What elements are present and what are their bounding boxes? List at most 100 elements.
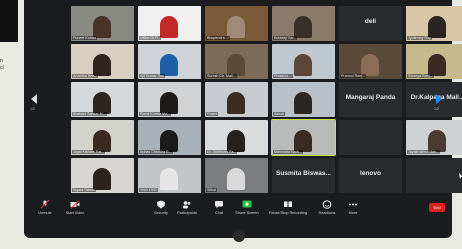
participant-tile[interactable] [406,158,462,193]
participant-video [93,168,111,190]
participant-tile[interactable]: Mahendra Nath... [271,119,336,156]
next-page-arrow[interactable] [436,94,442,104]
participant-tile[interactable]: Tech 1932 [138,158,201,193]
end-meeting-button[interactable]: End [429,203,445,212]
unmute-button[interactable]: Unmute [30,198,60,215]
pause-stop-icon [284,201,292,207]
participant-tile[interactable]: Soumya Ranj... [406,44,462,79]
participant-name-label: Jyotirmoy Roy [407,36,432,40]
participant-video [428,54,446,76]
microphone-muted-icon [40,200,50,209]
participant-video [93,92,111,114]
unmute-label: Unmute [38,211,52,215]
shield-icon [157,200,165,209]
more-dots-icon [349,203,357,206]
participant-name-label: Mahendra Nath... [273,150,303,154]
side-text-fragment: n cl [0,58,4,71]
participant-name-label: Rasmi [206,112,219,116]
participant-tile[interactable]: lenovo [339,158,402,193]
participant-name-label: Tech 1932 [139,188,158,192]
participant-name-label: Puneet Kumar [72,36,97,40]
participant-tile[interactable]: Sujata Sahoo [71,158,134,193]
participant-name-large: lenovo [360,170,381,177]
more-label: More [348,211,358,215]
meeting-toolbar: Unmute Start Video Security Participants… [30,198,450,226]
participant-name-large: Susmita Biswas... [276,170,331,177]
reactions-icon [322,200,332,209]
chat-icon [215,201,223,209]
participant-tile[interactable]: Ajit Kumar Sau [138,44,201,79]
share-screen-button[interactable]: Share Screen [232,198,262,215]
participant-tile[interactable]: Suresh Ch. Mall... [205,44,268,79]
participant-tile[interactable]: Jyotirmoy Roy [406,6,462,41]
participant-tile[interactable]: Bhupendra ... [205,6,268,41]
participant-name-label: Sujata Sahoo [72,188,96,192]
chat-button[interactable]: Chat [204,198,234,215]
participant-tile[interactable]: Office Of P... [138,6,201,41]
participant-tile[interactable]: Jayakrushna Mah... [406,120,462,155]
participant-video [227,92,245,114]
participant-tile[interactable]: Bhabani Sankar M... [71,82,134,117]
previous-page-indicator: 1/2 [30,107,35,111]
participant-name-label: Prasanta ... [273,74,294,78]
participant-tile[interactable]: Jugal Kishore Pat... [71,120,134,155]
chevron-right-icon [436,94,442,104]
participant-video [294,92,312,114]
participant-name-label: Bhabani Sankar M... [72,112,107,116]
participant-video [428,16,446,38]
participant-tile[interactable]: Anamika Bha... [71,44,134,79]
participant-video [93,54,111,76]
participant-name-label: Dr. Siddharth Pa... [206,150,238,154]
participant-name-label: Soumya Ranj... [407,74,434,78]
participant-name-label: Office Of P... [139,36,162,40]
pause-stop-recording-label: Pause/Stop Recording [269,211,307,215]
participant-video [160,16,178,38]
previous-page-arrow[interactable] [31,94,37,104]
background-dark-panel [0,0,18,42]
participant-tile[interactable]: Dr. Siddharth Pa... [205,120,268,155]
participant-tile[interactable]: Kuldeep Sa... [272,6,335,41]
participant-name-label: Pramod Ranj... [340,74,366,78]
pause-stop-recording-button[interactable]: Pause/Stop Recording [268,198,308,215]
participants-button[interactable]: Participants [172,198,202,215]
start-video-button[interactable]: Start Video [60,198,90,215]
participant-tile[interactable]: Ramit Kumar Mo... [138,82,201,117]
participant-tile[interactable]: Ashok [272,82,335,117]
chevron-left-icon [31,94,37,104]
participant-tile[interactable] [339,120,402,155]
participant-video [428,130,446,152]
participant-video [93,16,111,38]
participant-tile[interactable]: Puneet Kumar [71,6,134,41]
participant-name-label: Ajit Kumar Sau [139,74,165,78]
participant-tile[interactable]: Pramod Ranj... [339,44,402,79]
participant-tile[interactable]: Sithal [205,158,268,193]
participant-name-label: Suresh Ch. Mall... [206,74,237,78]
participant-name-large: Mangaraj Panda [345,94,396,101]
more-button[interactable]: More [338,198,368,215]
participant-video [294,130,312,152]
participant-video [227,130,245,152]
participant-tile[interactable]: Prasanta ... [272,44,335,79]
participant-video [294,54,312,76]
participant-tile[interactable]: Subas Chandra R... [138,120,201,155]
participant-video [361,54,379,76]
participant-name-label: Kuldeep Sa... [273,36,297,40]
share-screen-icon [242,200,252,208]
participant-tile[interactable]: Rasmi [205,82,268,117]
participant-tile[interactable]: Mangaraj Panda [339,82,402,117]
share-screen-label: Share Screen [235,211,259,215]
participants-label: Participants [177,211,197,215]
participant-name-label: Jugal Kishore Pat... [72,150,106,154]
start-video-label: Start Video [65,211,85,215]
participant-tile[interactable]: deli [339,6,402,41]
participant-video [294,16,312,38]
participant-video [160,168,178,190]
participant-name-large: deli [364,18,377,25]
monitor-power-button [233,230,245,242]
participant-name-large: Dr.Kalpana Mall... [410,94,462,101]
video-camera-off-icon [70,200,80,209]
participant-tile[interactable]: Dr.Kalpana Mall... [406,82,462,117]
participant-video [160,54,178,76]
chat-label: Chat [214,211,224,215]
participant-tile[interactable]: Susmita Biswas... [272,158,335,193]
